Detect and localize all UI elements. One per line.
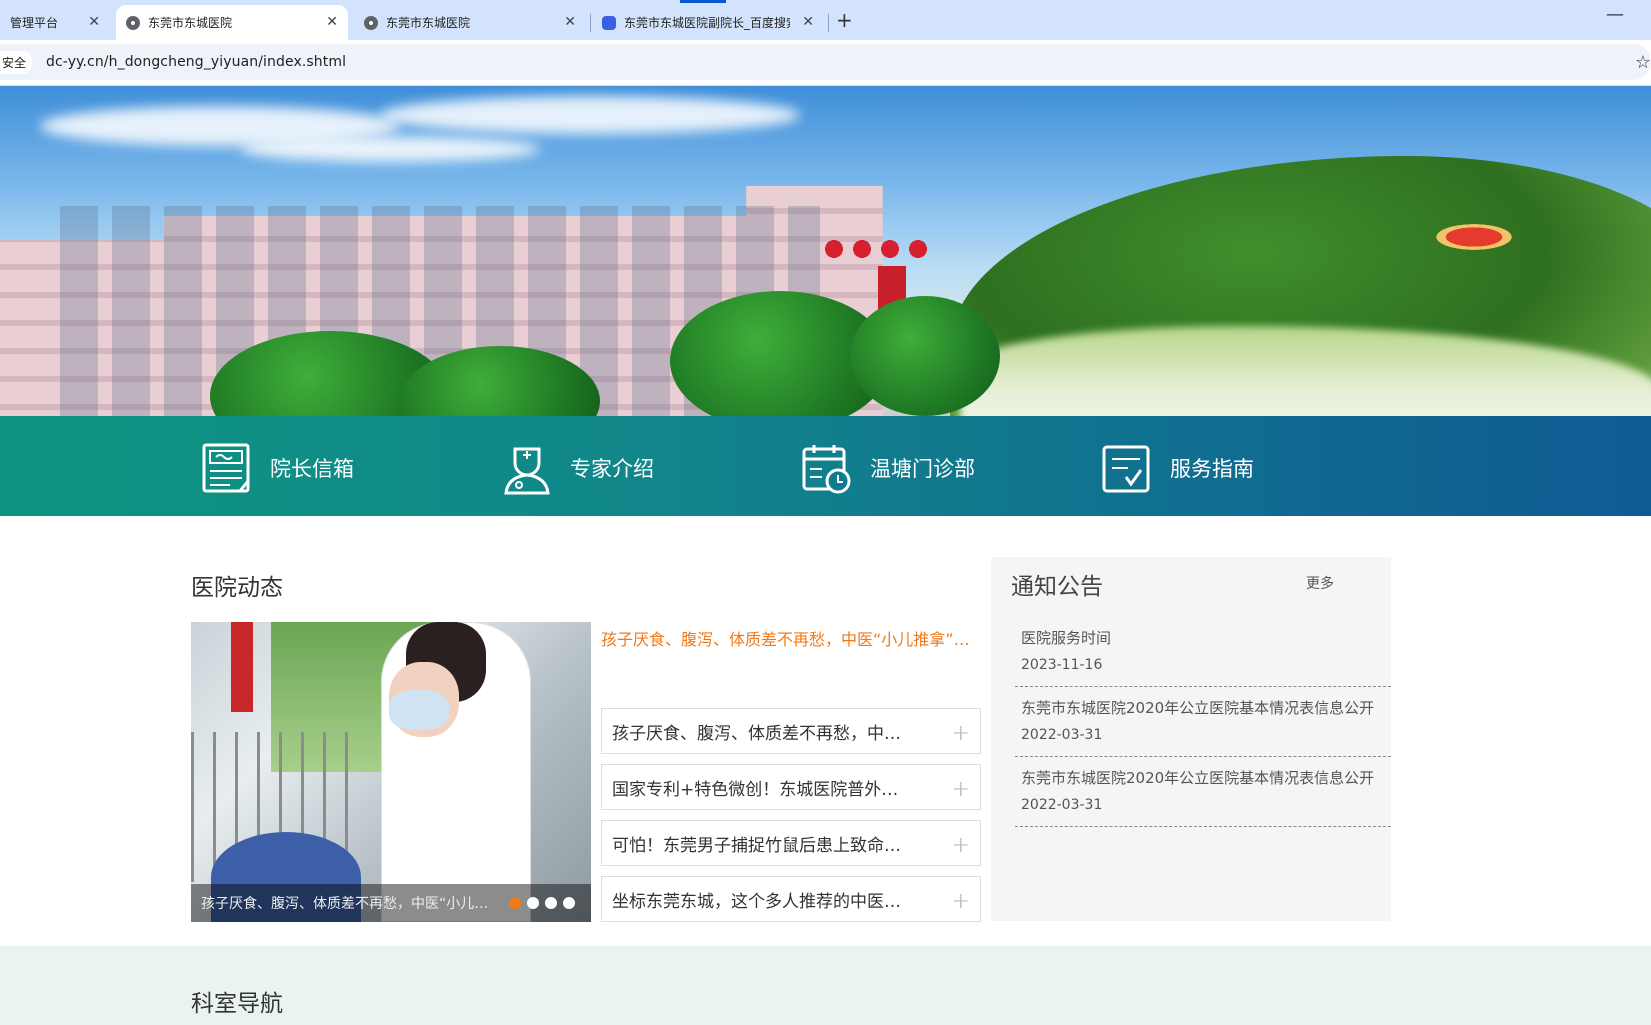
quick-nav-label: 服务指南: [1170, 457, 1254, 481]
cloud-shape: [380, 96, 800, 134]
photo-caption[interactable]: 孩子厌食、腹泻、体质差不再愁，中医“小儿推拿”来帮忙: [201, 893, 491, 913]
notice-item-date: 2022-03-31: [1021, 727, 1103, 743]
photo-dot-active[interactable]: [509, 897, 521, 909]
notice-item-title[interactable]: 东莞市东城医院2020年公立医院基本情况表信息公开: [1021, 767, 1381, 788]
notice-item-date: 2023-11-16: [1021, 657, 1103, 673]
tab-baidu-search[interactable]: 东莞市东城医院副院长_百度搜索 ✕: [592, 5, 824, 40]
notice-panel: 通知公告 更多 医院服务时间 2023-11-16 东莞市东城医院2020年公立…: [991, 557, 1391, 921]
news-headline-link[interactable]: 孩子厌食、腹泻、体质差不再愁，中医“小儿推拿”来帮忙: [601, 626, 981, 650]
globe-icon: [364, 15, 378, 30]
plus-icon[interactable]: +: [952, 721, 970, 746]
photo-caption-bar: 孩子厌食、腹泻、体质差不再愁，中医“小儿推拿”来帮忙: [191, 884, 591, 922]
quick-nav-label: 院长信箱: [270, 457, 354, 481]
minimize-button[interactable]: —: [1606, 4, 1624, 25]
department-section: 科室导航: [0, 946, 1651, 1025]
tab-title: 东莞市东城医院副院长_百度搜索: [624, 16, 790, 30]
notice-title: 通知公告: [1011, 574, 1103, 600]
tab-title: 东莞市东城医院: [386, 16, 471, 30]
close-icon[interactable]: ✕: [326, 14, 338, 30]
url-text[interactable]: dc-yy.cn/h_dongcheng_yiyuan/index.shtml: [46, 54, 346, 70]
mailbox-document-icon: [202, 443, 250, 493]
close-icon[interactable]: ✕: [88, 14, 100, 30]
hero-banner[interactable]: [0, 86, 1651, 416]
news-list-item[interactable]: 坐标东莞东城，这个多人推荐的中医科室 +: [601, 876, 981, 922]
address-bar[interactable]: 安全 dc-yy.cn/h_dongcheng_yiyuan/index.sht…: [0, 44, 1651, 80]
notice-item-title[interactable]: 东莞市东城医院2020年公立医院基本情况表信息公开: [1021, 697, 1381, 718]
news-item-title: 国家专利+特色微创！东城医院普外科新技术: [612, 779, 912, 800]
globe-icon: [126, 15, 140, 30]
notice-item-title[interactable]: 医院服务时间: [1021, 627, 1381, 648]
tree-image: [850, 296, 1000, 416]
tab-indicator: [680, 0, 726, 3]
photo-curtain: [231, 622, 253, 712]
browser-tab-bar: 管理平台 ✕ 东莞市东城医院 ✕ 东莞市东城医院 ✕ 东莞市东城医院副院长_百度…: [0, 0, 1651, 40]
notice-item[interactable]: 东莞市东城医院2020年公立医院基本情况表信息公开 2022-03-31: [1015, 757, 1391, 827]
tab-dongcheng-hospital-active[interactable]: 东莞市东城医院 ✕: [116, 5, 348, 40]
checklist-icon: [1102, 445, 1150, 493]
tab-separator: [590, 14, 591, 32]
cloud-shape: [240, 136, 540, 162]
plus-icon[interactable]: +: [952, 833, 970, 858]
news-list-item[interactable]: 国家专利+特色微创！东城医院普外科新技术 +: [601, 764, 981, 810]
quick-nav-bar: 院长信箱 专家介绍 温塘门诊部 服务指南: [0, 416, 1651, 516]
department-section-title: 科室导航: [191, 991, 283, 1017]
close-icon[interactable]: ✕: [564, 14, 576, 30]
tab-dongcheng-hospital[interactable]: 东莞市东城医院 ✕: [354, 5, 586, 40]
plus-icon[interactable]: +: [952, 889, 970, 914]
close-icon[interactable]: ✕: [802, 14, 814, 30]
quick-nav-expert-intro[interactable]: 专家介绍: [500, 440, 654, 496]
quick-nav-wentang-clinic[interactable]: 温塘门诊部: [800, 440, 975, 496]
notice-item-date: 2022-03-31: [1021, 797, 1103, 813]
news-section-title: 医院动态: [191, 575, 283, 601]
news-item-title: 坐标东莞东城，这个多人推荐的中医科室: [612, 891, 912, 912]
quick-nav-director-mailbox[interactable]: 院长信箱: [200, 440, 354, 496]
browser-toolbar: 安全 dc-yy.cn/h_dongcheng_yiyuan/index.sht…: [0, 40, 1651, 86]
tab-admin-platform[interactable]: 管理平台 ✕: [0, 5, 110, 40]
quick-nav-label: 温塘门诊部: [870, 457, 975, 481]
photo-dot[interactable]: [545, 897, 557, 909]
news-list-item[interactable]: 孩子厌食、腹泻、体质差不再愁，中医“小儿推拿”来帮忙 +: [601, 708, 981, 754]
doctor-icon: [504, 447, 550, 495]
security-indicator[interactable]: 安全: [0, 50, 33, 74]
tab-title: 管理平台: [10, 16, 59, 30]
plus-icon[interactable]: +: [952, 777, 970, 802]
news-photo-carousel[interactable]: 孩子厌食、腹泻、体质差不再愁，中医“小儿推拿”来帮忙: [191, 622, 591, 922]
tab-separator: [828, 14, 829, 32]
calendar-clock-icon: [802, 445, 851, 494]
news-item-title: 可怕！东莞男子捕捉竹鼠后患上致命疾病: [612, 835, 912, 856]
notice-item[interactable]: 医院服务时间 2023-11-16: [1015, 617, 1391, 687]
baidu-icon: [602, 15, 616, 30]
photo-dot[interactable]: [527, 897, 539, 909]
quick-nav-service-guide[interactable]: 服务指南: [1100, 440, 1254, 496]
tab-title: 东莞市东城医院: [148, 16, 233, 30]
new-tab-button[interactable]: +: [836, 8, 853, 32]
lantern-image: [1430, 222, 1518, 252]
photo-doctor-mask: [389, 690, 449, 730]
red-cross-logo: [820, 238, 930, 260]
photo-pagination: [509, 897, 575, 909]
bookmark-star-icon[interactable]: ☆: [1635, 52, 1651, 73]
notice-item[interactable]: 东莞市东城医院2020年公立医院基本情况表信息公开 2022-03-31: [1015, 687, 1391, 757]
news-item-title: 孩子厌食、腹泻、体质差不再愁，中医“小儿推拿”来帮忙: [612, 723, 912, 744]
photo-dot[interactable]: [563, 897, 575, 909]
news-list-item[interactable]: 可怕！东莞男子捕捉竹鼠后患上致命疾病 +: [601, 820, 981, 866]
notice-more-link[interactable]: 更多: [1306, 573, 1334, 593]
quick-nav-label: 专家介绍: [570, 457, 654, 481]
